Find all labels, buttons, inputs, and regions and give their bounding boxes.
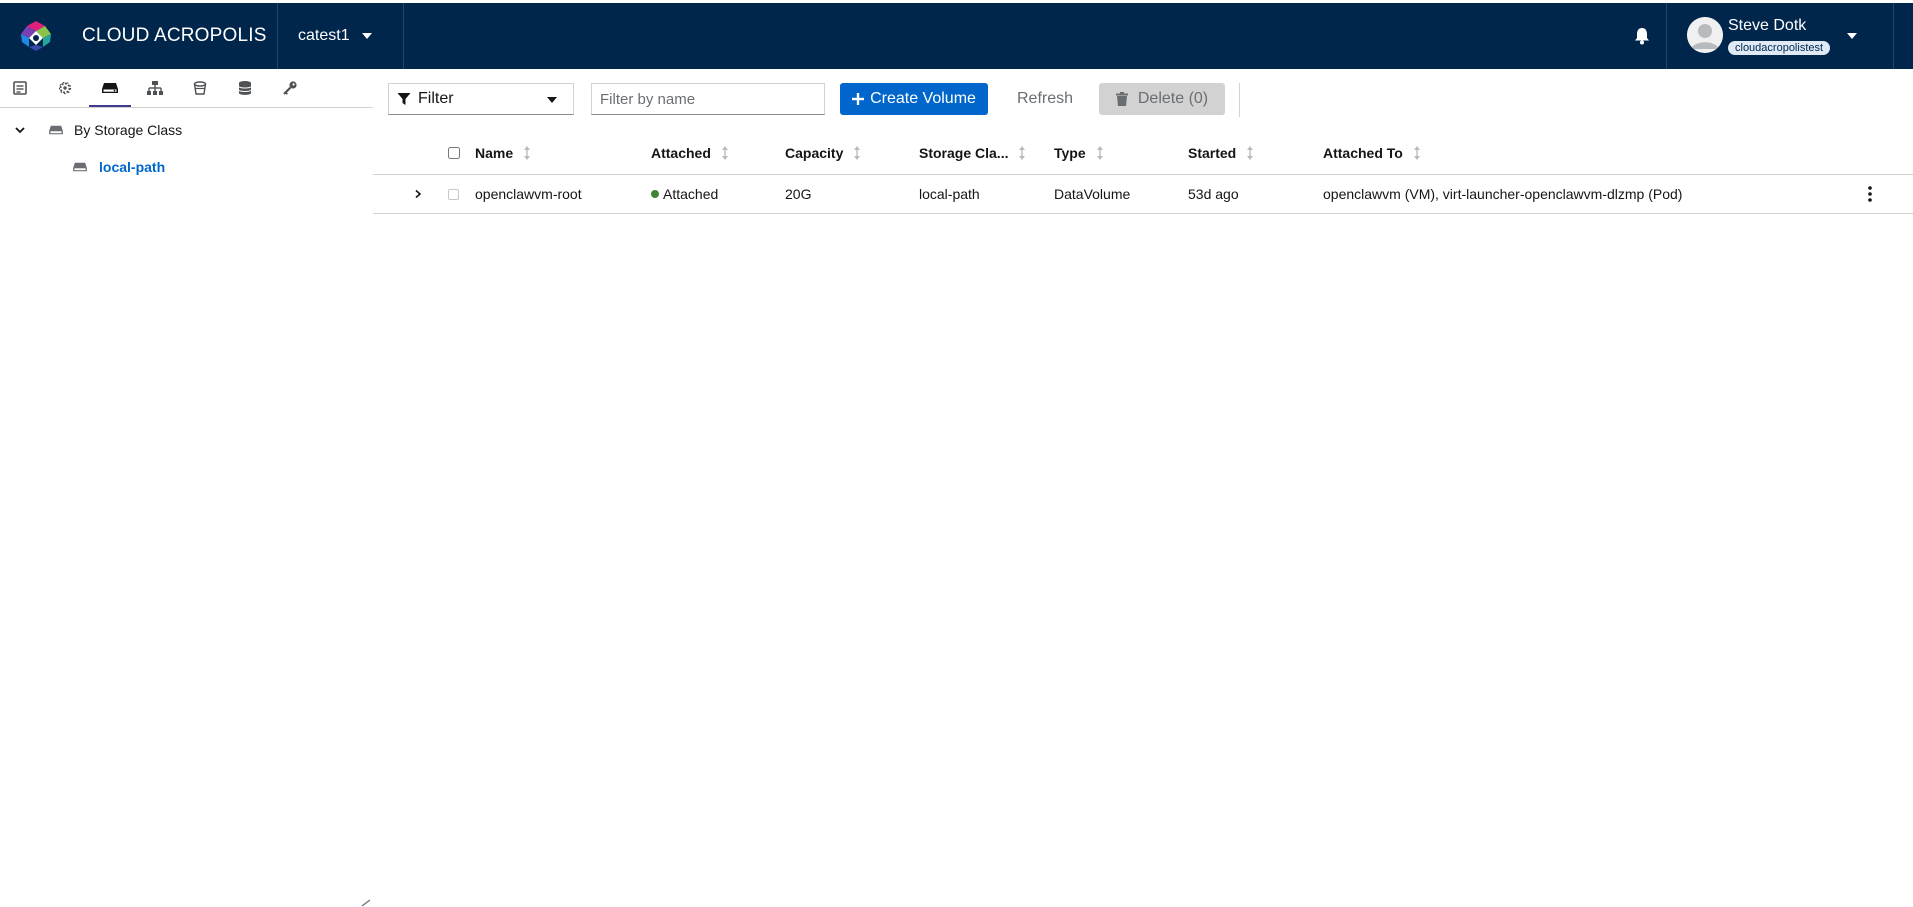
- user-menu[interactable]: Steve Dotk cloudacropolistest: [1667, 3, 1893, 69]
- sort-icon: [524, 145, 531, 160]
- filter-icon: [397, 93, 411, 105]
- select-all-checkbox[interactable]: [448, 146, 460, 159]
- column-header-label: Capacity: [785, 144, 844, 161]
- toolbar: Filter Create Volume Refresh Delete (0): [373, 69, 1913, 131]
- column-header-attached[interactable]: Attached: [651, 131, 729, 174]
- caret-down-icon: [547, 97, 557, 103]
- cog-icon: [58, 81, 72, 95]
- cell-type: DataVolume: [1054, 186, 1131, 202]
- tab-buckets[interactable]: [187, 75, 213, 101]
- user-name: Steve Dotk: [1728, 17, 1807, 34]
- top-bar: CLOUD ACROPOLIS catest1 Steve Dotk cloud…: [0, 3, 1913, 69]
- column-header-label: Attached To: [1323, 144, 1403, 161]
- tab-databases[interactable]: [232, 75, 258, 101]
- bell-icon[interactable]: [1632, 26, 1652, 46]
- chevron-right-icon: [415, 189, 422, 199]
- project-selector[interactable]: catest1: [278, 3, 388, 69]
- column-header-attached-to[interactable]: Attached To: [1323, 131, 1421, 174]
- sort-icon: [1247, 145, 1254, 160]
- sort-icon: [854, 145, 861, 160]
- column-header-label: Started: [1188, 144, 1237, 161]
- storage-icon: [73, 162, 87, 172]
- column-header-name[interactable]: Name: [475, 131, 531, 174]
- avatar: [1687, 17, 1723, 53]
- sidebar: By Storage Class local-path: [0, 69, 373, 907]
- attached-status: Attached: [663, 186, 719, 202]
- row-select-cell: [448, 175, 459, 213]
- caret-down-icon: [361, 33, 372, 39]
- tab-keys[interactable]: [277, 75, 303, 101]
- network-icon: [147, 81, 163, 95]
- sort-icon: [1413, 145, 1420, 160]
- cell-started: 53d ago: [1188, 186, 1239, 202]
- storage-icon: [102, 83, 118, 93]
- filter-select[interactable]: Filter: [388, 83, 574, 115]
- table-row[interactable]: openclawvm-root Attached 20G local-path …: [373, 175, 1913, 214]
- expand-toggle[interactable]: [413, 175, 423, 213]
- search-input[interactable]: [591, 83, 825, 115]
- key-icon: [283, 81, 297, 95]
- tab-storage[interactable]: [89, 75, 131, 107]
- tree-group-label: By Storage Class: [74, 122, 183, 138]
- column-header-label: Storage Cla...: [919, 144, 1009, 161]
- row-checkbox[interactable]: [448, 188, 459, 200]
- cell-attached: Attached: [651, 175, 718, 213]
- status-dot-icon: [651, 190, 659, 198]
- cell-name: openclawvm-root: [475, 186, 582, 202]
- delete-button: Delete (0): [1099, 83, 1225, 115]
- tree-item-local-path[interactable]: local-path: [72, 153, 165, 181]
- row-actions-button[interactable]: [1868, 175, 1872, 213]
- filter-select-label: Filter: [418, 90, 454, 107]
- brand-title: CLOUD ACROPOLIS: [82, 25, 267, 46]
- column-header-type[interactable]: Type: [1054, 131, 1104, 174]
- server-icon: [13, 81, 27, 95]
- column-header-started[interactable]: Started: [1188, 131, 1254, 174]
- tree-group-by-storage-class[interactable]: By Storage Class: [14, 116, 182, 144]
- sort-icon: [721, 145, 728, 160]
- volumes-table: Name Attached Capacity Storage Cla... Ty…: [373, 131, 1913, 214]
- column-header-label: Attached: [651, 144, 711, 161]
- storage-icon: [49, 125, 63, 135]
- select-all-cell: [448, 131, 460, 174]
- cell-storage-class: local-path: [919, 186, 980, 202]
- divider: [1893, 3, 1894, 69]
- create-volume-label: Create Volume: [870, 90, 976, 107]
- sidebar-tabs: [0, 69, 373, 108]
- tab-servers[interactable]: [7, 75, 33, 101]
- cell-attached-to: openclawvm (VM), virt-launcher-openclawv…: [1323, 186, 1683, 202]
- caret-down-icon: [1847, 33, 1857, 39]
- cloud-acropolis-logo-icon[interactable]: [20, 20, 52, 52]
- trash-icon: [1115, 92, 1128, 106]
- table-header: Name Attached Capacity Storage Cla... Ty…: [373, 131, 1913, 175]
- bucket-icon: [193, 81, 207, 95]
- kebab-menu-icon: [1868, 186, 1872, 202]
- column-header-label: Type: [1054, 144, 1086, 161]
- delete-label: Delete (0): [1137, 90, 1209, 107]
- tab-network[interactable]: [142, 75, 168, 101]
- sort-icon: [1096, 145, 1103, 160]
- toolbar-divider: [1239, 83, 1240, 117]
- user-avatar-icon: [1687, 17, 1723, 53]
- chevron-down-icon: [15, 127, 25, 134]
- database-icon: [238, 81, 252, 95]
- refresh-button[interactable]: Refresh: [1001, 83, 1089, 115]
- tab-settings[interactable]: [52, 75, 78, 101]
- resize-handle-icon[interactable]: [361, 899, 371, 907]
- project-name: catest1: [298, 27, 350, 44]
- tree-item-label: local-path: [99, 159, 166, 175]
- sort-icon: [1019, 145, 1026, 160]
- column-header-storage-class[interactable]: Storage Cla...: [919, 131, 1026, 174]
- create-volume-button[interactable]: Create Volume: [840, 83, 988, 115]
- divider: [403, 3, 404, 69]
- cell-capacity: 20G: [785, 186, 812, 202]
- plus-icon: [852, 93, 865, 105]
- column-header-label: Name: [475, 144, 514, 161]
- org-badge: cloudacropolistest: [1728, 41, 1831, 55]
- column-header-capacity[interactable]: Capacity: [785, 131, 861, 174]
